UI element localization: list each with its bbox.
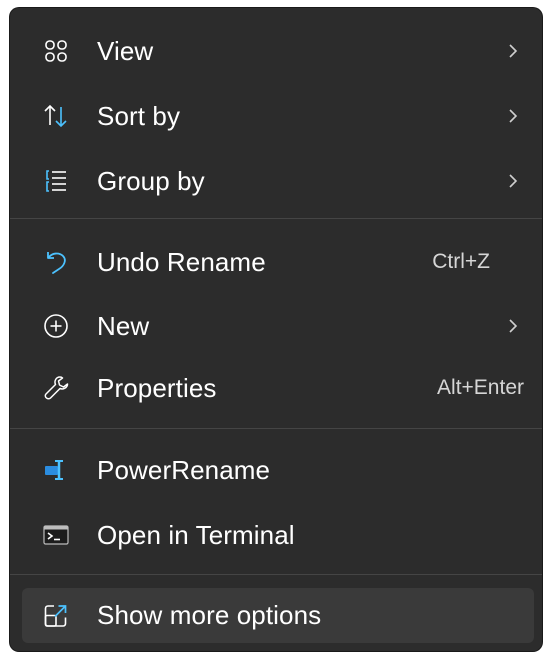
undo-icon: [42, 248, 70, 276]
menu-separator: [10, 218, 542, 219]
menu-separator: [10, 574, 542, 575]
menu-item-powerrename[interactable]: PowerRename: [22, 442, 534, 498]
menu-item-sort-by[interactable]: Sort by: [22, 88, 534, 144]
menu-item-label: Group by: [97, 165, 205, 196]
group-icon: [42, 167, 70, 195]
menu-item-label: Open in Terminal: [97, 519, 295, 550]
chevron-right-icon: [509, 319, 518, 333]
menu-item-group-by[interactable]: Group by: [22, 153, 534, 209]
terminal-icon: [42, 521, 70, 549]
menu-item-properties[interactable]: Properties Alt+Enter: [22, 360, 534, 416]
menu-item-label: Properties: [97, 372, 217, 403]
menu-item-new[interactable]: New: [22, 298, 534, 354]
shortcut-label: Ctrl+Z: [432, 250, 490, 273]
menu-item-label: Undo Rename: [97, 246, 266, 277]
menu-item-open-in-terminal[interactable]: Open in Terminal: [22, 507, 534, 563]
menu-item-label: Sort by: [97, 100, 181, 131]
view-icon: [42, 37, 70, 65]
powerrename-icon: [42, 456, 70, 484]
menu-item-label: Show more options: [97, 600, 322, 630]
menu-item-label: View: [97, 35, 154, 66]
context-menu: View Sort by Group by Undo Rename Ctrl+Z…: [10, 8, 542, 651]
chevron-right-icon: [509, 44, 518, 58]
show-more-icon: [42, 602, 70, 630]
new-icon: [42, 312, 70, 340]
sort-icon: [42, 102, 70, 130]
menu-separator: [10, 428, 542, 429]
chevron-right-icon: [509, 174, 518, 188]
menu-item-show-more-options[interactable]: Show more options: [22, 588, 534, 643]
shortcut-label: Alt+Enter: [437, 376, 524, 399]
menu-item-undo-rename[interactable]: Undo Rename Ctrl+Z: [22, 234, 534, 290]
wrench-icon: [42, 374, 70, 402]
chevron-right-icon: [509, 109, 518, 123]
menu-item-view[interactable]: View: [22, 23, 534, 79]
menu-item-label: PowerRename: [97, 454, 271, 485]
menu-item-label: New: [97, 310, 150, 341]
